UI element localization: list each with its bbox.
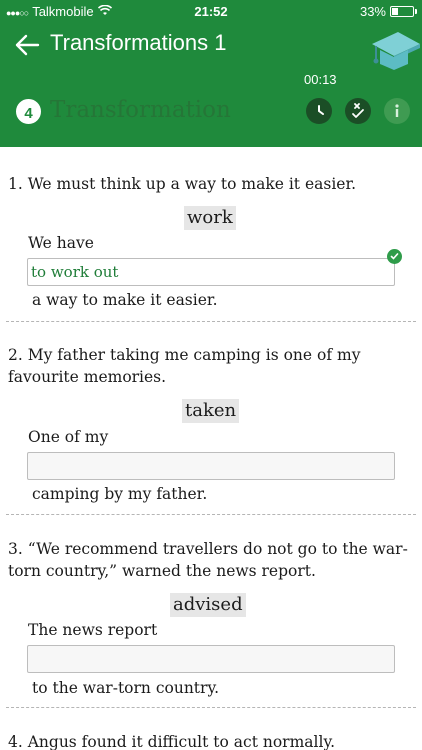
divider — [6, 514, 416, 515]
step-number-badge: 4 — [16, 99, 41, 124]
answer-ending: camping by my father. — [32, 485, 208, 503]
check-answers-icon — [352, 103, 364, 118]
keyword-badge: work — [184, 206, 236, 230]
question-text: 3. “We recommend travellers do not go to… — [8, 538, 408, 582]
app-header: ●●●○○ Talkmobile 21:52 33% Transformatio… — [0, 0, 422, 147]
question-text: 2. My father taking me camping is one of… — [8, 344, 408, 388]
answer-input[interactable] — [27, 645, 395, 673]
divider — [6, 321, 416, 322]
section-title: Transformation — [50, 97, 231, 123]
question-text-line: 2. My father taking me camping is one of… — [8, 346, 361, 364]
correct-check-icon — [387, 249, 402, 264]
info-button[interactable] — [384, 98, 410, 124]
answer-ending: a way to make it easier. — [32, 291, 218, 309]
divider — [6, 707, 416, 708]
check-answers-button[interactable] — [345, 98, 371, 124]
question-text: 1. We must think up a way to make it eas… — [8, 175, 357, 193]
clock-button[interactable] — [306, 98, 332, 124]
answer-prompt: We have — [28, 234, 94, 252]
question-text-line: 3. “We recommend travellers do not go to… — [8, 540, 408, 558]
status-time: 21:52 — [194, 4, 228, 19]
battery-fill — [392, 8, 398, 15]
info-icon — [395, 104, 399, 117]
answer-ending: to the war-torn country. — [32, 679, 220, 697]
graduation-cap-icon — [372, 32, 420, 70]
page-title: Transformations 1 — [50, 30, 227, 55]
keyword-badge: advised — [170, 593, 246, 617]
status-bar: ●●●○○ Talkmobile 21:52 33% — [0, 0, 422, 24]
answer-prompt: One of my — [28, 428, 109, 446]
clock-icon — [318, 105, 324, 115]
keyword-badge: taken — [182, 399, 240, 423]
timer: 00:13 — [304, 72, 337, 87]
answer-input[interactable]: to work out — [27, 258, 395, 286]
back-arrow-icon — [15, 34, 40, 56]
battery-percent: 33% — [359, 4, 386, 19]
answer-input[interactable] — [27, 452, 395, 480]
question-text-line: torn country,” warned the news report. — [8, 562, 316, 580]
back-button[interactable] — [12, 30, 42, 60]
answer-prompt: The news report — [28, 621, 158, 639]
question-text-line: favourite memories. — [8, 368, 167, 386]
status-right: 33% — [359, 4, 417, 19]
question-text: 4. Angus found it difficult to act norma… — [8, 733, 336, 750]
battery-icon — [390, 6, 417, 17]
